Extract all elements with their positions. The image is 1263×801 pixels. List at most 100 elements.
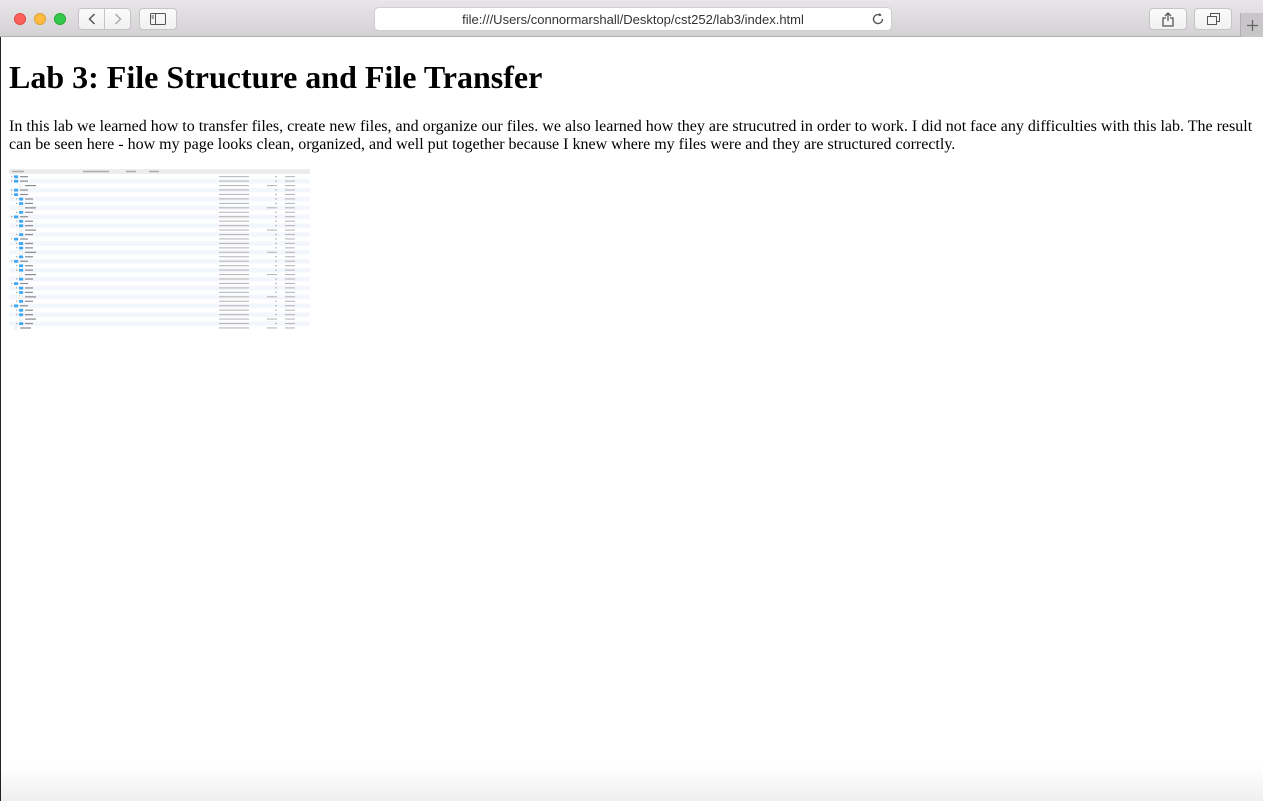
listing-name-text	[25, 242, 33, 245]
listing-kind-text	[285, 189, 295, 191]
new-tab-button[interactable]	[1240, 13, 1263, 37]
minimize-window-button[interactable]	[34, 13, 46, 25]
listing-kind-text	[285, 176, 295, 178]
folder-icon	[19, 224, 24, 228]
listing-header	[9, 169, 310, 174]
listing-name-text	[25, 229, 36, 231]
listing-name-text	[25, 322, 33, 325]
listing-row-stripe	[9, 187, 310, 193]
listing-size-text	[267, 229, 277, 231]
folder-icon	[19, 197, 24, 201]
listing-kind-text	[285, 314, 295, 316]
listing-name-text	[20, 189, 28, 191]
listing-size-text	[275, 193, 277, 195]
chevron-right-icon	[114, 13, 122, 25]
folder-icon	[19, 202, 24, 205]
listing-date-text	[219, 180, 249, 182]
file-icon	[19, 206, 23, 210]
listing-date-text	[219, 314, 249, 316]
listing-size-text	[267, 251, 277, 253]
listing-date-text	[219, 198, 249, 200]
share-button[interactable]	[1149, 8, 1187, 30]
listing-size-text	[275, 305, 277, 307]
listing-name-text	[25, 256, 33, 258]
listing-row-stripe	[9, 294, 310, 300]
listing-kind-text	[285, 251, 295, 253]
reload-icon[interactable]	[870, 11, 886, 27]
back-button[interactable]	[79, 9, 104, 29]
listing-kind-text	[285, 220, 295, 222]
listing-size-text	[275, 269, 277, 271]
listing-kind-text	[285, 229, 295, 231]
listing-size-text	[275, 238, 277, 240]
folder-icon	[19, 211, 24, 214]
listing-name-text	[25, 247, 33, 249]
listing-row-stripe	[9, 321, 310, 326]
close-window-button[interactable]	[14, 13, 26, 25]
listing-size-text	[275, 260, 277, 262]
listing-name-text	[25, 278, 33, 280]
listing-kind-text	[285, 305, 295, 307]
file-icon	[19, 228, 23, 232]
listing-kind-text	[285, 287, 295, 289]
address-bar[interactable]: file:///Users/connormarshall/Desktop/cst…	[374, 7, 892, 31]
listing-name-text	[25, 287, 33, 289]
listing-date-text	[219, 318, 249, 320]
folder-icon	[14, 237, 19, 241]
listing-size-text	[275, 278, 277, 280]
file-icon	[14, 326, 18, 330]
listing-size-text	[267, 296, 277, 298]
url-text: file:///Users/connormarshall/Desktop/cst…	[462, 11, 804, 27]
forward-button[interactable]	[104, 9, 130, 29]
listing-header-label	[12, 170, 24, 173]
listing-size-text	[275, 282, 277, 284]
listing-size-text	[275, 300, 277, 302]
listing-date-text	[219, 287, 249, 289]
listing-kind-text	[285, 278, 295, 280]
listing-name-text	[25, 207, 36, 209]
folder-icon	[19, 277, 24, 281]
listing-size-text	[275, 233, 277, 236]
listing-row-stripe	[9, 196, 310, 202]
listing-kind-text	[285, 225, 295, 227]
listing-size-text	[275, 242, 277, 244]
tabs-overview-icon	[1206, 13, 1220, 25]
listing-header-label	[126, 170, 136, 173]
listing-size-text	[275, 225, 277, 227]
listing-row-stripe	[9, 303, 310, 308]
listing-name-text	[25, 220, 33, 222]
listing-name-text	[25, 296, 36, 298]
listing-kind-text	[285, 185, 295, 187]
zoom-window-button[interactable]	[54, 13, 66, 25]
show-all-tabs-button[interactable]	[1194, 8, 1232, 30]
listing-name-text	[25, 185, 36, 187]
listing-name-text	[25, 314, 33, 316]
listing-kind-text	[285, 193, 295, 195]
listing-row-stripe	[9, 223, 310, 228]
listing-name-text	[25, 291, 33, 293]
navigation-buttons	[78, 8, 131, 30]
folder-icon	[19, 308, 24, 312]
listing-date-text	[219, 291, 249, 293]
listing-name-text	[20, 176, 28, 178]
folder-icon	[19, 313, 24, 317]
listing-size-text	[275, 198, 277, 200]
listing-date-text	[219, 176, 249, 178]
listing-kind-text	[285, 282, 295, 284]
listing-size-text	[267, 327, 277, 329]
listing-kind-text	[285, 207, 295, 209]
folder-icon	[19, 300, 24, 303]
listing-date-text	[219, 233, 249, 236]
folder-icon	[14, 179, 19, 183]
listing-name-text	[25, 274, 36, 276]
file-structure-screenshot	[9, 169, 310, 334]
sidebar-toggle-button[interactable]	[139, 8, 177, 30]
listing-date-text	[219, 265, 249, 267]
listing-kind-text	[285, 202, 295, 204]
folder-icon	[14, 282, 19, 285]
listing-date-text	[219, 193, 249, 195]
listing-size-text	[275, 247, 277, 249]
listing-date-text	[219, 327, 249, 329]
file-icon	[19, 295, 23, 299]
listing-row-stripe	[9, 312, 310, 317]
